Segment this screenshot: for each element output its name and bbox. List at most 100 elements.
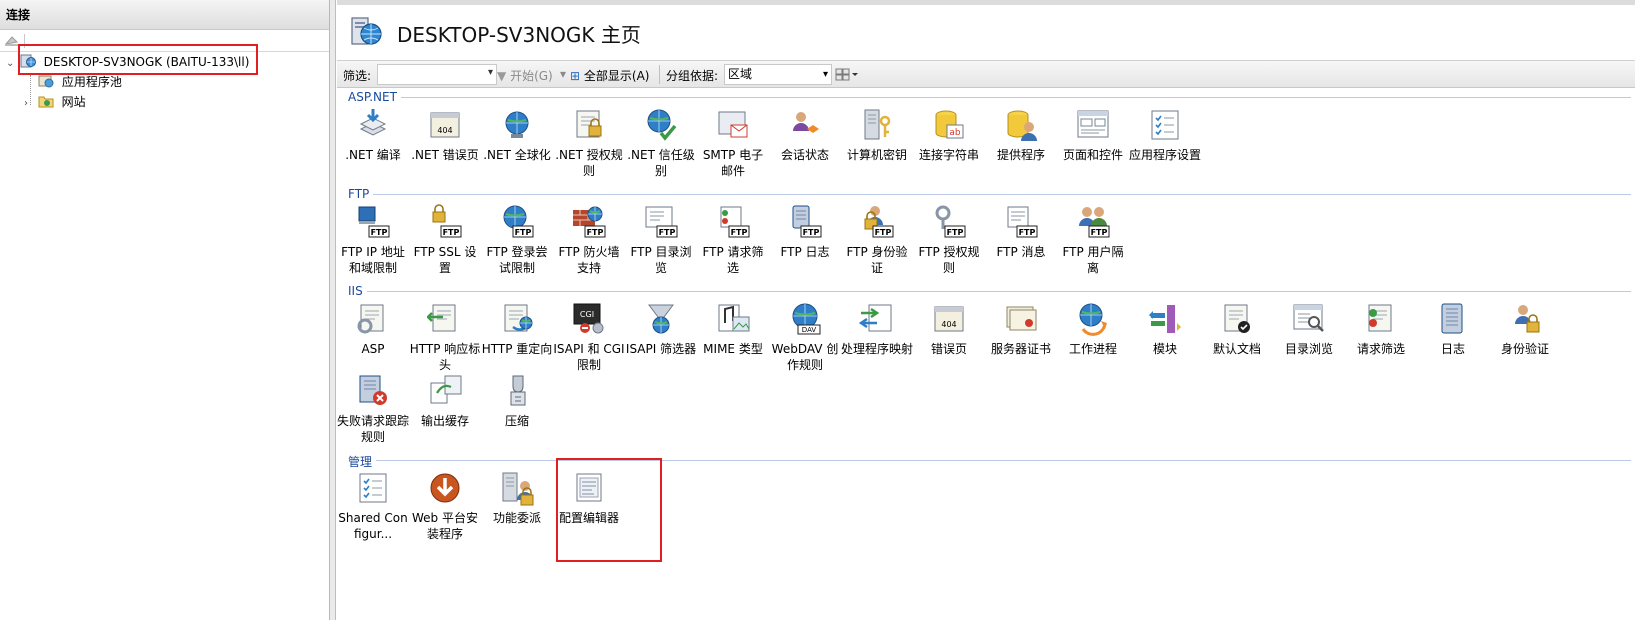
toolbar-separator-1 [659,65,660,84]
feature-label: Shared Configur... [338,511,408,541]
isapi-cgi-icon: CGI [573,303,604,334]
feature-item[interactable]: MIME 类型 [697,301,769,357]
feature-label: Web 平台安装程序 [412,511,478,541]
feature-label: 模块 [1152,342,1177,356]
feature-label: .NET 授权规则 [555,148,623,178]
authentication-icon [1515,305,1540,333]
chevron-right-icon[interactable]: › [24,94,34,114]
feature-item[interactable]: HTTP 重定向 [481,301,553,357]
feature-item[interactable]: .NET 授权规则 [553,107,625,179]
feature-item[interactable]: 压缩 [481,373,553,429]
feature-label: FTP SSL 设置 [413,245,477,275]
feature-item[interactable]: 功能委派 [481,470,553,526]
feature-item[interactable]: FTP FTP 日志 [769,204,841,260]
feature-item[interactable]: CGI ISAPI 和 CGI 限制 [553,301,625,373]
section-header[interactable]: 管理 [348,453,372,469]
feature-item[interactable]: FTP FTP 目录浏览 [625,204,697,276]
mail-icon [718,111,748,138]
start-button[interactable]: ▼ 开始(G) [497,67,553,84]
feature-label: .NET 编译 [345,148,401,162]
feature-item[interactable]: 提供程序 [985,107,1057,163]
start-dropdown-icon[interactable]: ▾ [560,67,566,81]
feature-item[interactable]: 会话状态 [769,107,841,163]
feature-item[interactable]: FTP FTP IP 地址和域限制 [337,204,409,276]
show-all-button[interactable]: ⊞ 全部显示(A) [570,67,649,84]
svg-text:FTP: FTP [1091,228,1108,237]
feature-item[interactable]: .NET 编译 [337,107,409,163]
svg-text:FTP: FTP [587,228,604,237]
feature-item[interactable]: FTP FTP 登录尝试限制 [481,204,553,276]
feature-view: DESKTOP-SV3NOGK 主页 筛选: ▼ 开始(G) ▾ ⊞ 全部显示(… [337,0,1635,620]
feature-item[interactable]: Web 平台安装程序 [409,470,481,542]
shared-config-icon [359,473,387,503]
feature-item[interactable]: 处理程序映射 [841,301,913,357]
handler-icon [859,304,892,332]
view-mode-icon[interactable] [835,66,859,84]
tree-node-sites[interactable]: › 网站 [24,92,86,112]
feature-label: FTP 登录尝试限制 [486,245,548,275]
feature-label: FTP 授权规则 [918,245,980,275]
feature-item[interactable]: 计算机密钥 [841,107,913,163]
feature-item[interactable]: 服务器证书 [985,301,1057,357]
section-header[interactable]: ASP.NET [348,90,397,104]
failed-request-icon [359,375,387,405]
feature-item[interactable]: 页面和控件 [1057,107,1129,163]
feature-item[interactable]: 身份验证 [1489,301,1561,357]
feature-label: 身份验证 [1500,342,1549,356]
feature-item[interactable]: FTP FTP 请求筛选 [697,204,769,276]
feature-label: 默认文档 [1212,342,1261,356]
section-header[interactable]: FTP [348,187,369,201]
default-doc-icon [1224,304,1250,333]
group-by-select[interactable]: 区域 ▾ [724,64,832,85]
feature-item[interactable]: 输出缓存 [409,373,481,429]
start-label: 开始(G) [510,69,553,83]
feature-item[interactable]: FTP FTP SSL 设置 [409,204,481,276]
feature-item[interactable]: FTP FTP 用户隔离 [1057,204,1129,276]
request-filter-icon [1368,304,1392,332]
feature-item[interactable]: SMTP 电子邮件 [697,107,769,179]
feature-label: 压缩 [504,414,529,428]
feature-item[interactable]: 默认文档 [1201,301,1273,357]
feature-item[interactable]: ab 连接字符串 [913,107,985,163]
feature-label: FTP 日志 [780,245,830,259]
feature-item[interactable]: FTP FTP 消息 [985,204,1057,260]
feature-item[interactable]: FTP FTP 身份验证 [841,204,913,276]
app-pools-label: 应用程序池 [61,75,122,89]
asp-icon [357,304,384,334]
filter-input[interactable] [377,64,497,85]
pane-splitter[interactable] [330,0,336,620]
feature-item[interactable]: HTTP 响应标头 [409,301,481,373]
feature-item[interactable]: DAV WebDAV 创作规则 [769,301,841,373]
feature-label: 输出缓存 [420,414,469,428]
feature-item[interactable]: 工作进程 [1057,301,1129,357]
feature-item[interactable]: 模块 [1129,301,1201,357]
svg-text:FTP: FTP [515,228,532,237]
tree-node-app-pools[interactable]: 应用程序池 [38,72,122,92]
feature-label: FTP 目录浏览 [630,245,692,275]
feature-item[interactable]: 失败请求跟踪规则 [337,373,409,445]
feature-item[interactable]: FTP FTP 授权规则 [913,204,985,276]
feature-item[interactable]: .NET 信任级别 [625,107,697,179]
feature-label: 工作进程 [1068,342,1117,356]
connections-pane: 连接 ⌄ DESKTOP-SV3NOGK (BAITU-133\ll) 应用程序… [0,0,330,620]
feature-item[interactable]: 请求筛选 [1345,301,1417,357]
feature-item[interactable]: ASP [337,301,409,357]
http-headers-icon [427,304,456,332]
feature-item[interactable]: 日志 [1417,301,1489,357]
feature-item[interactable]: 404 .NET 错误页 [409,107,481,163]
feature-label: .NET 全球化 [483,148,551,162]
feature-item[interactable]: ISAPI 筛选器 [625,301,697,357]
feature-label: 会话状态 [780,148,829,162]
feature-item[interactable]: 应用程序设置 [1129,107,1201,163]
feature-label: 处理程序映射 [841,342,914,356]
feature-item[interactable]: 目录浏览 [1273,301,1345,357]
feature-label: FTP 防火墙支持 [558,245,620,275]
feature-item[interactable]: FTP FTP 防火墙支持 [553,204,625,276]
feature-item[interactable]: Shared Configur... [337,470,409,542]
log-icon [1441,303,1463,334]
feature-item[interactable]: .NET 全球化 [481,107,553,163]
section-header[interactable]: IIS [348,284,363,298]
feature-item[interactable]: 404 错误页 [913,301,985,357]
feature-label: 功能委派 [492,511,541,525]
chevron-down-icon[interactable]: ⌄ [6,54,16,74]
